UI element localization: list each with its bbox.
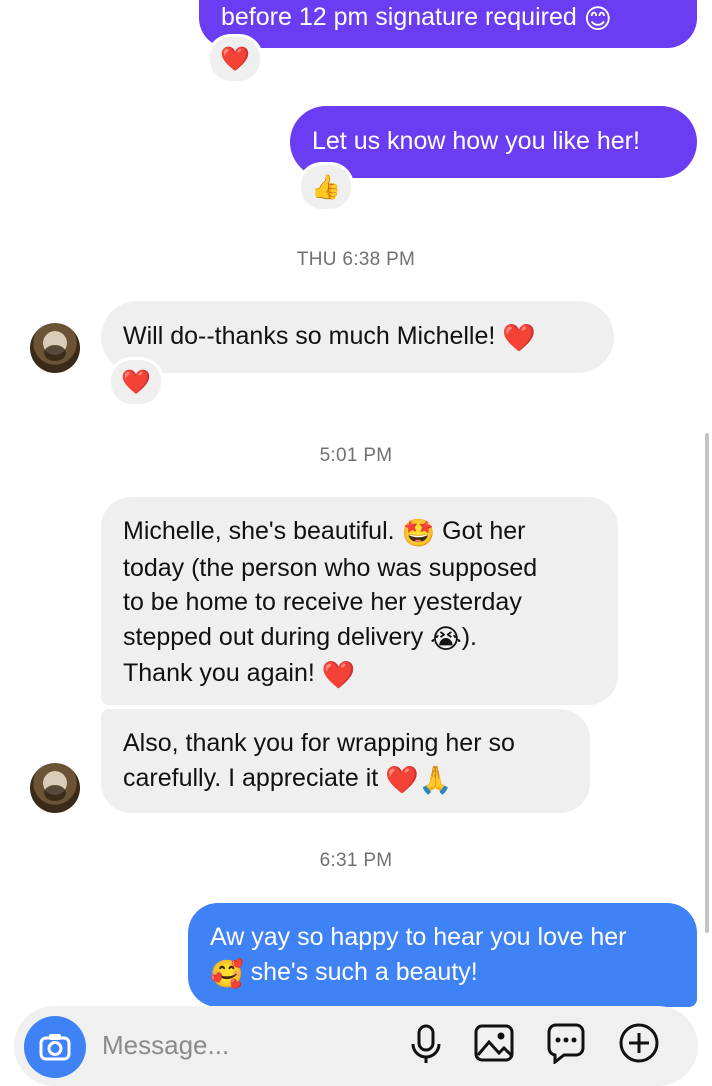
camera-button[interactable] — [24, 1016, 86, 1078]
thumbs-up-icon: 👍 — [311, 173, 341, 201]
incoming-message[interactable]: Will do--thanks so much Michelle! ❤️ — [101, 301, 614, 373]
avatar[interactable] — [30, 763, 80, 813]
message-line: stepped out during delivery 😭). — [123, 622, 477, 654]
microphone-icon[interactable] — [405, 1022, 447, 1064]
heart-emoji: ❤️ — [321, 660, 356, 690]
heart-pray-emoji: ❤️🙏 — [385, 764, 453, 795]
star-eyes-emoji: 🤩 — [401, 518, 436, 548]
message-line: Thank you again! ❤️ — [123, 659, 356, 690]
reaction-heart[interactable]: ❤️ — [108, 357, 164, 407]
message-text: before 12 pm signature required — [221, 3, 577, 31]
message-line: today (the person who was supposed — [123, 553, 538, 582]
heart-icon: ❤️ — [121, 368, 151, 396]
timestamp: 6:31 PM — [319, 850, 393, 871]
sticker-icon[interactable] — [545, 1022, 587, 1064]
plus-icon[interactable] — [618, 1022, 660, 1064]
scrollbar[interactable] — [705, 433, 709, 933]
timestamp: THU 6:38 PM — [296, 249, 416, 270]
incoming-message[interactable]: Michelle, she's beautiful. 🤩 Got her tod… — [101, 497, 618, 705]
message-line: to be home to receive her yesterday — [123, 588, 522, 616]
incoming-message[interactable]: Also, thank you for wrapping her so care… — [101, 709, 590, 813]
reaction-thumbs-up[interactable]: 👍 — [298, 162, 354, 212]
outgoing-message[interactable]: Let us know how you like her! — [290, 106, 697, 178]
message-text: Let us know how you like her! — [312, 127, 640, 155]
timestamp: 5:01 PM — [319, 445, 393, 466]
smile-emoji: 😊 — [583, 4, 612, 34]
message-line: Michelle, she's beautiful. 🤩 Got her — [123, 517, 526, 548]
smiling-hearts-emoji: 🥰 — [210, 958, 244, 989]
message-line: 🥰 she's such a beauty! — [210, 957, 478, 989]
message-text: Will do--thanks so much Michelle! — [123, 322, 496, 350]
outgoing-message[interactable]: Aw yay so happy to hear you love her 🥰 s… — [188, 903, 697, 1007]
message-line: Also, thank you for wrapping her so — [123, 729, 515, 757]
outgoing-message[interactable]: before 12 pm signature required 😊 — [199, 0, 697, 48]
message-input[interactable]: Message... — [102, 1030, 229, 1061]
heart-emoji: ❤️ — [502, 323, 536, 353]
message-line: Aw yay so happy to hear you love her — [210, 923, 627, 951]
avatar[interactable] — [30, 323, 80, 373]
reaction-heart[interactable]: ❤️ — [207, 34, 263, 84]
message-line: carefully. I appreciate it ❤️🙏 — [123, 763, 453, 795]
crying-emoji: 😭 — [430, 623, 462, 654]
gallery-icon[interactable] — [473, 1022, 515, 1064]
heart-icon: ❤️ — [220, 45, 250, 73]
